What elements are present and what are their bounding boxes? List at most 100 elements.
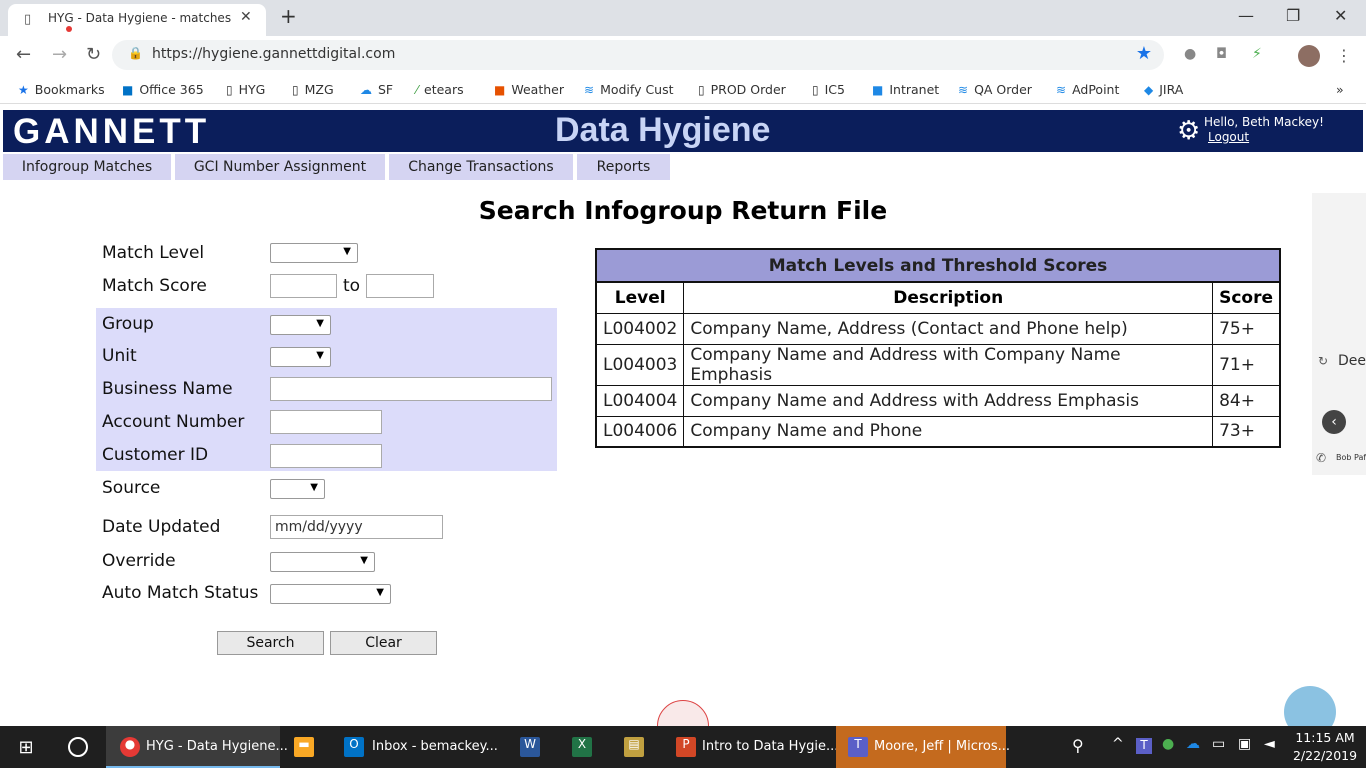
back-icon[interactable]: ←: [16, 44, 31, 65]
dropdown-arrow-icon: ▼: [310, 482, 318, 493]
group-select[interactable]: ▼: [270, 315, 331, 335]
volume-icon[interactable]: ◄: [1264, 736, 1275, 752]
cortana-button[interactable]: [54, 726, 102, 768]
bookmark-item[interactable]: ◆ JIRA: [1144, 82, 1183, 97]
network-icon[interactable]: ▣: [1238, 736, 1251, 752]
auto-match-status-select[interactable]: ▼: [270, 584, 391, 604]
extension-bolt-icon[interactable]: ⚡: [1252, 46, 1262, 62]
customer-id-label: Customer ID: [102, 445, 209, 465]
close-tab-icon[interactable]: ✕: [240, 9, 252, 25]
override-select[interactable]: ▼: [270, 552, 375, 572]
account-number-label: Account Number: [102, 412, 245, 432]
camera-icon[interactable]: ◘: [1216, 46, 1227, 62]
taskbar-powerpoint-label: Intro to Data Hygie...: [702, 739, 839, 754]
level-cell: L004006: [595, 415, 685, 448]
menu-change-transactions[interactable]: Change Transactions: [389, 154, 573, 180]
taskbar-teams-label: Moore, Jeff | Micros...: [874, 739, 1011, 754]
bookmark-item[interactable]: ★ Bookmarks: [18, 82, 105, 97]
bookmark-item[interactable]: ■ Intranet: [872, 82, 939, 97]
collapse-panel-button[interactable]: ‹: [1322, 410, 1346, 434]
score-cell: 75+: [1212, 312, 1281, 345]
search-button[interactable]: Search: [217, 631, 324, 655]
bookmark-item[interactable]: ≋ QA Order: [958, 82, 1032, 97]
column-header: Description: [683, 281, 1214, 314]
table-row: L004004 Company Name and Address with Ad…: [595, 384, 1281, 417]
globe-icon[interactable]: ●: [1162, 736, 1174, 752]
business-name-label: Business Name: [102, 379, 233, 399]
system-clock[interactable]: 11:15 AM 2/22/2019: [1290, 729, 1360, 765]
maximize-icon[interactable]: ❐: [1286, 6, 1300, 25]
menu-dots-icon[interactable]: ⋮: [1336, 46, 1352, 65]
dropdown-arrow-icon: ▼: [376, 587, 384, 598]
date-updated-label: Date Updated: [102, 517, 221, 537]
customer-id-input[interactable]: [270, 444, 382, 468]
dropdown-arrow-icon: ▼: [343, 246, 351, 257]
menu-infogroup-matches[interactable]: Infogroup Matches: [3, 154, 171, 180]
new-tab-button[interactable]: +: [280, 4, 297, 28]
table-row: L004006 Company Name and Phone 73+: [595, 415, 1281, 448]
teams-icon: T: [848, 737, 868, 757]
forward-icon[interactable]: →: [52, 44, 67, 65]
taskbar-excel[interactable]: X: [558, 726, 606, 768]
teams-tray-icon[interactable]: T: [1136, 738, 1152, 754]
extension-icon[interactable]: ●: [1184, 46, 1196, 62]
taskbar-chrome[interactable]: ● HYG - Data Hygiene...: [106, 726, 288, 768]
column-header: Score: [1212, 281, 1281, 314]
unit-select[interactable]: ▼: [270, 347, 331, 367]
taskbar-powerpoint[interactable]: P Intro to Data Hygie...: [662, 726, 838, 768]
bookmark-item[interactable]: ■ Weather: [494, 82, 564, 97]
bookmark-item[interactable]: ⁄ etears: [416, 82, 464, 97]
bookmark-item[interactable]: ≋ Modify Cust: [584, 82, 674, 97]
logout-link[interactable]: Logout: [1208, 130, 1249, 144]
chrome-icon: ●: [120, 737, 140, 757]
bookmark-item[interactable]: ■ Office 365: [122, 82, 204, 97]
bookmark-item[interactable]: ▯ PROD Order: [698, 82, 786, 97]
browser-tab[interactable]: ▯ HYG - Data Hygiene - matches ✕: [8, 4, 266, 36]
page-icon: ▯: [292, 83, 299, 97]
deep-label: Deep: [1338, 353, 1366, 369]
address-bar[interactable]: 🔒 https://hygiene.gannettdigital.com ★: [112, 40, 1164, 70]
taskbar-outlook-label: Inbox - bemackey...: [372, 739, 498, 754]
word-icon: W: [520, 737, 540, 757]
clear-button[interactable]: Clear: [330, 631, 437, 655]
taskbar-word[interactable]: W: [506, 726, 554, 768]
match-score-max-input[interactable]: [366, 274, 434, 298]
reload-icon[interactable]: ↻: [86, 44, 101, 65]
minimize-icon[interactable]: —: [1238, 6, 1254, 25]
url-text: https://hygiene.gannettdigital.com: [152, 46, 396, 62]
taskbar-explorer[interactable]: ▬: [282, 726, 330, 768]
date-updated-input[interactable]: mm/dd/yyyy: [270, 515, 443, 539]
windows-taskbar: ⊞ ● HYG - Data Hygiene... ▬ O Inbox - be…: [0, 726, 1366, 768]
weather-icon: ■: [494, 83, 506, 97]
account-number-input[interactable]: [270, 410, 382, 434]
match-level-select[interactable]: ▼: [270, 243, 358, 263]
bookmarks-overflow-icon[interactable]: »: [1336, 82, 1344, 97]
threshold-table: Match Levels and Threshold Scores Level …: [595, 248, 1281, 448]
bookmark-star-icon[interactable]: ★: [1136, 43, 1152, 64]
gear-icon[interactable]: ⚙: [1177, 116, 1200, 146]
match-score-min-input[interactable]: [270, 274, 337, 298]
bookmark-item[interactable]: ▯ MZG: [292, 82, 334, 97]
menu-gci-number-assignment[interactable]: GCI Number Assignment: [175, 154, 385, 180]
onedrive-icon[interactable]: ☁: [1186, 736, 1200, 752]
table-row: L004002 Company Name, Address (Contact a…: [595, 312, 1281, 345]
battery-icon[interactable]: ▭: [1212, 736, 1225, 752]
bookmark-item[interactable]: ▯ HYG: [226, 82, 265, 97]
bookmark-item[interactable]: ▯ IC5: [812, 82, 845, 97]
bookmark-item[interactable]: ≋ AdPoint: [1056, 82, 1119, 97]
menu-reports[interactable]: Reports: [577, 154, 670, 180]
chevron-up-icon[interactable]: ^: [1112, 736, 1124, 752]
people-icon[interactable]: ⚲: [1072, 736, 1084, 755]
stack-icon: ≋: [1056, 83, 1067, 97]
taskbar-teams[interactable]: T Moore, Jeff | Micros...: [836, 726, 1010, 768]
start-button[interactable]: ⊞: [0, 726, 52, 768]
bookmark-item[interactable]: ☁ SF: [360, 82, 393, 97]
profile-avatar[interactable]: [1298, 45, 1320, 67]
auto-match-status-label: Auto Match Status: [102, 583, 259, 603]
source-select[interactable]: ▼: [270, 479, 325, 499]
page-icon: ▯: [24, 12, 32, 27]
close-window-icon[interactable]: ✕: [1334, 6, 1347, 25]
taskbar-outlook[interactable]: O Inbox - bemackey...: [332, 726, 498, 768]
business-name-input[interactable]: [270, 377, 552, 401]
taskbar-app[interactable]: ▤: [610, 726, 658, 768]
